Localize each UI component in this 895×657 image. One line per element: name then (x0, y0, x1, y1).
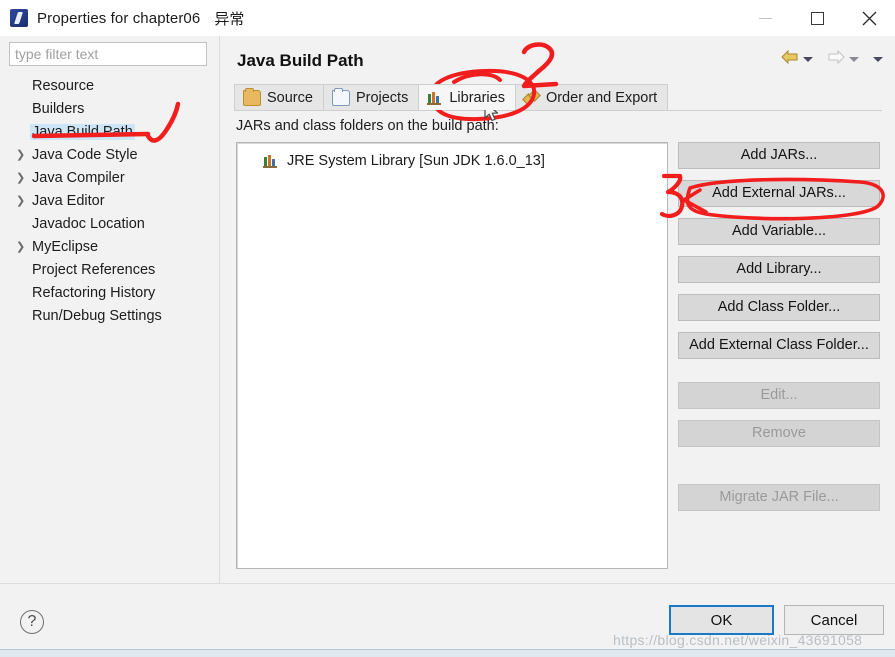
sidebar-item-label: Builders (32, 100, 85, 117)
tab-order-and-export[interactable]: Order and Export (514, 84, 669, 110)
eclipse-app-icon (10, 9, 28, 27)
tab-label: Order and Export (545, 89, 658, 106)
sidebar-item-project-references[interactable]: Project References (0, 258, 219, 281)
tab-libraries[interactable]: Libraries (418, 84, 516, 110)
sidebar-item-label: Refactoring History (32, 284, 156, 301)
sidebar-item-java-editor[interactable]: ❯ Java Editor (0, 189, 219, 212)
tab-label: Source (267, 89, 313, 106)
sidebar-item-run-debug-settings[interactable]: Run/Debug Settings (0, 304, 219, 327)
build-path-listbox[interactable]: JRE System Library [Sun JDK 1.6.0_13] (236, 142, 668, 569)
minimize-icon[interactable] (739, 0, 791, 36)
window-controls (739, 0, 895, 36)
java-build-path-page: Java Build Path Source Projects Librarie… (220, 36, 895, 583)
back-arrow-icon[interactable] (781, 49, 799, 69)
page-title: Java Build Path (237, 51, 364, 70)
watermark-text: https://blog.csdn.net/weixin_43691058 (613, 632, 863, 648)
settings-sidebar: Resource Builders Java Build Path ❯ Java… (0, 36, 220, 583)
close-icon[interactable] (843, 0, 895, 36)
books-icon (427, 91, 443, 105)
remove-button: Remove (678, 420, 880, 447)
taskbar-strip (0, 649, 895, 657)
sidebar-item-java-compiler[interactable]: ❯ Java Compiler (0, 166, 219, 189)
sidebar-item-label: Java Build Path (30, 123, 135, 140)
sidebar-item-label: Project References (32, 261, 156, 278)
maximize-icon[interactable] (791, 0, 843, 36)
tab-source[interactable]: Source (234, 84, 324, 110)
list-item-label: JRE System Library [Sun JDK 1.6.0_13] (287, 153, 545, 169)
chevron-right-icon[interactable]: ❯ (16, 148, 30, 161)
add-external-jars-button[interactable]: Add External JARs... (678, 180, 880, 207)
properties-dialog: Properties for chapter06 异常 Resource Bui… (0, 0, 895, 657)
tab-label: Libraries (449, 89, 505, 106)
folder-gold-icon (243, 87, 261, 106)
chevron-right-icon[interactable]: ❯ (16, 194, 30, 207)
add-class-folder-button[interactable]: Add Class Folder... (678, 294, 880, 321)
migrate-jar-file-button: Migrate JAR File... (678, 484, 880, 511)
add-library-button[interactable]: Add Library... (678, 256, 880, 283)
sidebar-item-refactoring-history[interactable]: Refactoring History (0, 281, 219, 304)
build-path-tabs: Source Projects Libraries Order and Expo… (234, 84, 882, 111)
sidebar-item-label: Resource (32, 77, 95, 94)
sidebar-item-resource[interactable]: Resource (0, 74, 219, 97)
add-external-class-folder-button[interactable]: Add External Class Folder... (678, 332, 880, 359)
help-question-icon[interactable]: ? (20, 610, 44, 634)
sidebar-item-label: Java Code Style (32, 146, 138, 163)
build-path-actions: Add JARs... Add External JARs... Add Var… (678, 142, 880, 522)
view-menu-chevron-down-icon[interactable] (873, 57, 883, 62)
settings-tree: Resource Builders Java Build Path ❯ Java… (0, 74, 219, 327)
forward-history-chevron-down-icon[interactable] (849, 57, 859, 62)
books-icon (263, 154, 279, 168)
tab-projects[interactable]: Projects (322, 84, 420, 110)
sidebar-item-label: Run/Debug Settings (32, 307, 162, 324)
chevron-right-icon[interactable]: ❯ (16, 240, 30, 253)
sidebar-item-java-code-style[interactable]: ❯ Java Code Style (0, 143, 219, 166)
sidebar-item-label: Javadoc Location (32, 215, 145, 232)
sidebar-item-builders[interactable]: Builders (0, 97, 219, 120)
add-variable-button[interactable]: Add Variable... (678, 218, 880, 245)
filter-input[interactable] (9, 42, 207, 66)
window-titlebar: Properties for chapter06 异常 (0, 0, 895, 36)
ok-button[interactable]: OK (669, 605, 774, 635)
folder-blue-icon (331, 87, 350, 106)
sidebar-item-java-build-path[interactable]: Java Build Path (0, 120, 219, 143)
list-item[interactable]: JRE System Library [Sun JDK 1.6.0_13] (237, 149, 667, 173)
back-history-chevron-down-icon[interactable] (803, 57, 813, 62)
forward-arrow-icon (827, 49, 845, 69)
window-title-extra: 异常 (214, 10, 245, 28)
sidebar-item-label: Java Compiler (32, 169, 125, 186)
chevron-right-icon[interactable]: ❯ (16, 171, 30, 184)
edit-button: Edit... (678, 382, 880, 409)
order-export-icon (522, 88, 541, 106)
page-navigation (781, 49, 883, 69)
add-jars-button[interactable]: Add JARs... (678, 142, 880, 169)
cancel-button[interactable]: Cancel (784, 605, 884, 635)
dialog-body: Resource Builders Java Build Path ❯ Java… (0, 36, 895, 583)
section-label: JARs and class folders on the build path… (236, 118, 499, 134)
window-title: Properties for chapter06 (37, 9, 201, 27)
tab-label: Projects (355, 89, 409, 106)
sidebar-item-label: Java Editor (32, 192, 105, 209)
sidebar-item-javadoc-location[interactable]: Javadoc Location (0, 212, 219, 235)
sidebar-item-myeclipse[interactable]: ❯ MyEclipse (0, 235, 219, 258)
sidebar-item-label: MyEclipse (32, 238, 99, 255)
